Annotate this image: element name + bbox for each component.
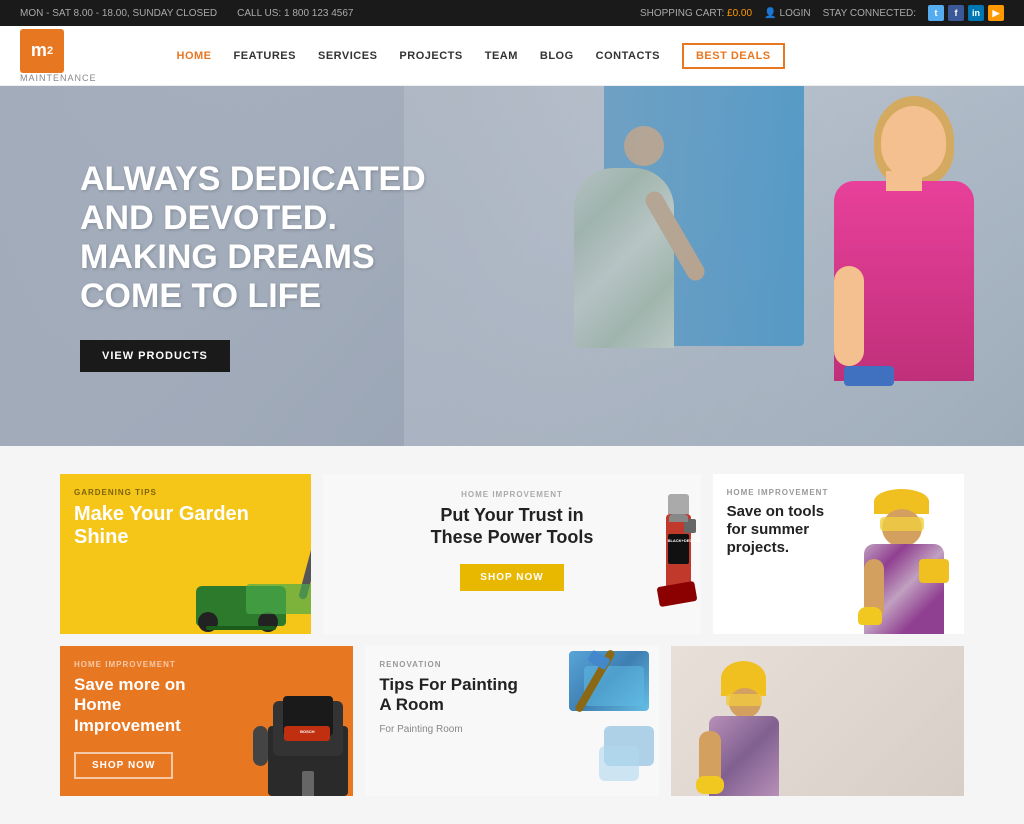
stay-connected-text: STAY CONNECTED: bbox=[823, 8, 916, 19]
hero-section: ALWAYS DEDICATED AND DEVOTED. MAKING DRE… bbox=[0, 86, 1024, 446]
home-improvement-card: HOME IMPROVEMENT Save more on Home Impro… bbox=[60, 646, 353, 796]
nav-best-deals[interactable]: BEST DEALS bbox=[682, 43, 785, 69]
power-tools-category: HOME IMPROVEMENT bbox=[461, 490, 563, 499]
view-products-button[interactable]: VIEW PRODUCTS bbox=[80, 340, 230, 372]
garden-card: GARDENING TIPS Make Your Garden Shine bbox=[60, 474, 311, 634]
cards-section: GARDENING TIPS Make Your Garden Shine bbox=[0, 446, 1024, 824]
tools-card-6 bbox=[671, 646, 964, 796]
power-tools-card: HOME IMPROVEMENT Put Your Trust in These… bbox=[323, 474, 700, 634]
cart-link[interactable]: £0.00 bbox=[727, 8, 752, 19]
phone-text: CALL US: 1 800 123 4567 bbox=[237, 8, 353, 19]
top-bar: MON - SAT 8.00 - 18.00, SUNDAY CLOSED CA… bbox=[0, 0, 1024, 26]
garden-card-category: GARDENING TIPS bbox=[74, 488, 297, 497]
painting-room-card: RENOVATION Tips For Painting A Room For … bbox=[365, 646, 658, 796]
nav-team[interactable]: TEAM bbox=[485, 50, 518, 62]
home-improvement-category: HOME IMPROVEMENT bbox=[74, 660, 207, 669]
home-improvement-content: HOME IMPROVEMENT Save more on Home Impro… bbox=[60, 646, 221, 789]
home-improvement-shop-button[interactable]: SHOP NOW bbox=[74, 752, 173, 779]
login-link[interactable]: 👤 LOGIN bbox=[764, 8, 811, 19]
logo[interactable]: m2 bbox=[20, 29, 64, 73]
garden-card-content: GARDENING TIPS Make Your Garden Shine bbox=[60, 474, 311, 571]
painting-room-subtitle: For Painting Room bbox=[379, 724, 527, 735]
top-bar-left: MON - SAT 8.00 - 18.00, SUNDAY CLOSED CA… bbox=[20, 8, 354, 19]
cart-text: SHOPPING CART: £0.00 bbox=[640, 8, 752, 19]
power-tools-title: Put Your Trust in These Power Tools bbox=[422, 505, 602, 548]
nav-bar: m2 MAINTENANCE HOME FEATURES SERVICES PR… bbox=[0, 26, 1024, 86]
rss-icon[interactable]: ▶ bbox=[988, 5, 1004, 21]
nav-features[interactable]: FEATURES bbox=[234, 50, 296, 62]
user-icon: 👤 bbox=[764, 8, 776, 19]
nav-blog[interactable]: BLOG bbox=[540, 50, 574, 62]
cards-row-1: GARDENING TIPS Make Your Garden Shine bbox=[60, 474, 964, 634]
painting-room-category: RENOVATION bbox=[379, 660, 527, 669]
facebook-icon[interactable]: f bbox=[948, 5, 964, 21]
nav-contacts[interactable]: CONTACTS bbox=[596, 50, 660, 62]
logo-tagline: MAINTENANCE bbox=[20, 73, 97, 83]
summer-card-title: Save on tools for summer projects. bbox=[727, 503, 837, 557]
card6-bg bbox=[671, 646, 964, 796]
power-tools-card-content: HOME IMPROVEMENT Put Your Trust in These… bbox=[323, 474, 700, 607]
twitter-icon[interactable]: t bbox=[928, 5, 944, 21]
top-bar-right: SHOPPING CART: £0.00 👤 LOGIN STAY CONNEC… bbox=[640, 5, 1004, 21]
home-improvement-title: Save more on Home Improvement bbox=[74, 675, 207, 736]
main-nav: HOME FEATURES SERVICES PROJECTS TEAM BLO… bbox=[177, 43, 1004, 69]
router-icon: BOSCH bbox=[238, 666, 353, 796]
linkedin-icon[interactable]: in bbox=[968, 5, 984, 21]
power-tools-shop-button[interactable]: SHOP NOW bbox=[460, 564, 563, 591]
summer-card-content: HOME IMPROVEMENT Save on tools for summe… bbox=[713, 474, 851, 579]
painting-room-content: RENOVATION Tips For Painting A Room For … bbox=[365, 646, 541, 749]
summer-card-category: HOME IMPROVEMENT bbox=[727, 488, 837, 497]
logo-block: m2 MAINTENANCE bbox=[20, 29, 97, 83]
garden-card-title: Make Your Garden Shine bbox=[74, 503, 297, 549]
painting-room-title: Tips For Painting A Room bbox=[379, 675, 527, 716]
nav-home[interactable]: HOME bbox=[177, 50, 212, 62]
schedule-text: MON - SAT 8.00 - 18.00, SUNDAY CLOSED bbox=[20, 8, 217, 19]
nav-services[interactable]: SERVICES bbox=[318, 50, 377, 62]
nav-projects[interactable]: PROJECTS bbox=[399, 50, 462, 62]
hero-content: ALWAYS DEDICATED AND DEVOTED. MAKING DRE… bbox=[0, 160, 426, 372]
summer-projects-card: HOME IMPROVEMENT Save on tools for summe… bbox=[713, 474, 964, 634]
social-icons: t f in ▶ bbox=[928, 5, 1004, 21]
hero-title: ALWAYS DEDICATED AND DEVOTED. MAKING DRE… bbox=[80, 160, 426, 316]
painting-icon bbox=[539, 646, 659, 796]
cards-row-2: HOME IMPROVEMENT Save more on Home Impro… bbox=[60, 646, 964, 796]
